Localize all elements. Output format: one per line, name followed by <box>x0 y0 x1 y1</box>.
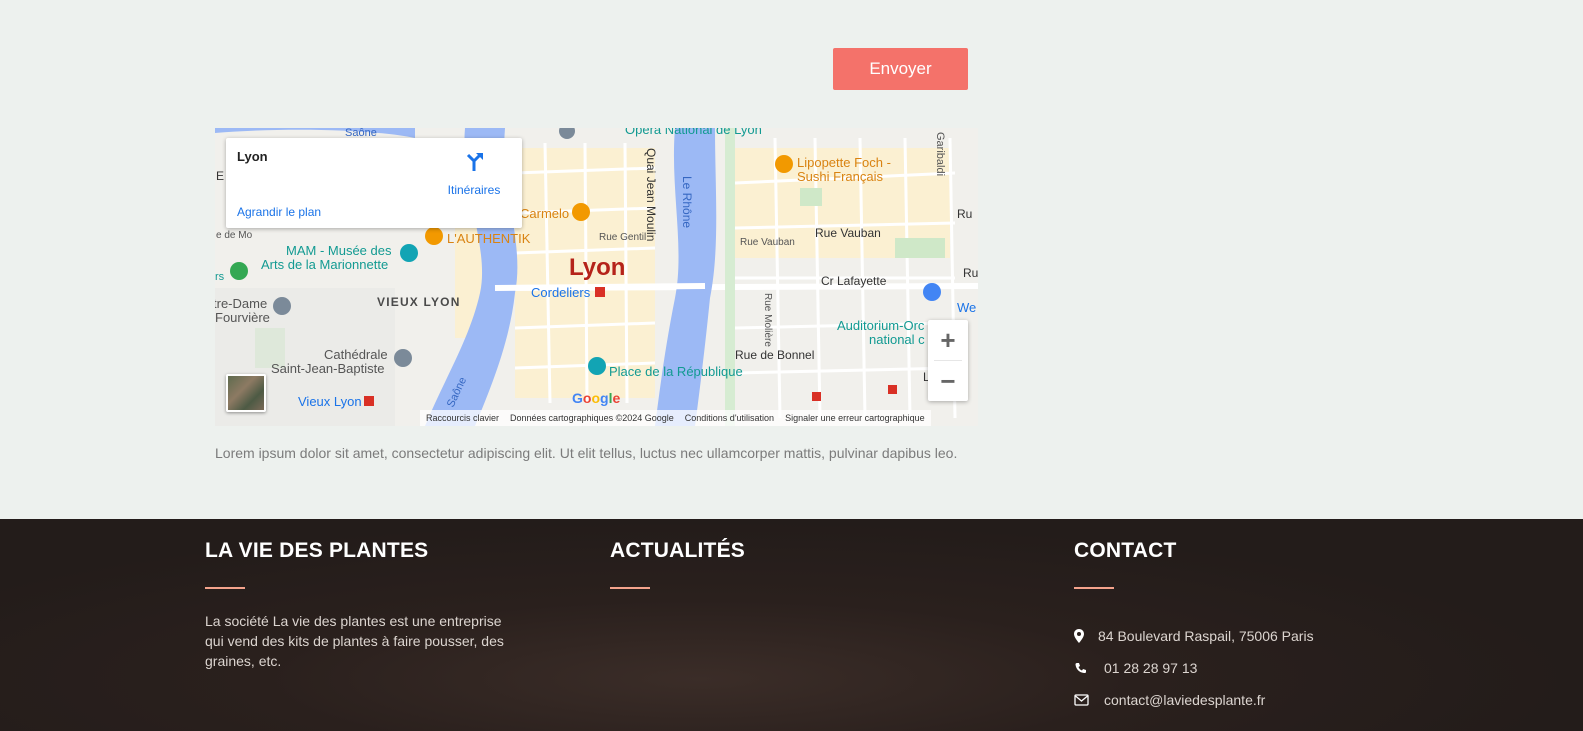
map-label-e-edge: E <box>216 169 224 183</box>
map-label-rue-vauban: Rue Vauban <box>815 226 881 240</box>
map-label-we-edge: We <box>957 300 976 315</box>
heading-underline <box>1074 587 1114 589</box>
google-map[interactable]: Lyon Opéra National de Lyon Lipopette Fo… <box>215 128 978 426</box>
zoom-out-button[interactable]: − <box>928 361 968 401</box>
terms-link[interactable]: Conditions d'utilisation <box>685 413 774 423</box>
map-label-cathedrale: Cathédrale <box>324 347 388 362</box>
church-marker-icon[interactable] <box>273 297 291 315</box>
satellite-toggle-button[interactable] <box>226 374 266 412</box>
footer-about: LA VIE DES PLANTES La société La vie des… <box>205 539 505 671</box>
map-label-lipopette[interactable]: Lipopette Foch - <box>797 155 891 170</box>
map-label-garibaldi: Garibaldi <box>934 132 946 176</box>
map-label-cr-lafayette: Cr Lafayette <box>821 274 887 288</box>
map-pin-icon <box>1074 629 1084 643</box>
metro-marker-icon[interactable] <box>595 287 605 297</box>
heading-underline <box>610 587 650 589</box>
footer-news: ACTUALITÉS <box>610 539 745 589</box>
directions-label: Itinéraires <box>447 183 501 197</box>
directions-icon <box>466 153 483 171</box>
map-label-mam-2: Arts de la Marionnette <box>261 257 388 272</box>
map-label-lipopette-2: Sushi Français <box>797 169 883 184</box>
contact-email[interactable]: contact@laviedesplante.fr <box>1104 692 1265 708</box>
map-label-lyon: Lyon <box>569 254 625 281</box>
map-label-fourviere: Fourvière <box>215 310 270 325</box>
church-marker-icon[interactable] <box>394 349 412 367</box>
send-button[interactable]: Envoyer <box>833 48 968 90</box>
restaurant-marker-icon[interactable] <box>775 155 793 173</box>
map-label-carmelo[interactable]: Carmelo <box>520 206 569 221</box>
footer: LA VIE DES PLANTES La société La vie des… <box>0 519 1583 731</box>
contact-email-row: contact@laviedesplante.fr <box>1074 692 1265 708</box>
restaurant-marker-icon[interactable] <box>425 227 443 245</box>
map-label-auditorium[interactable]: Auditorium-Orc <box>837 318 925 333</box>
footer-about-text: La société La vie des plantes est une en… <box>205 613 504 669</box>
map-label-rue-bonnel: Rue de Bonnel <box>735 348 814 362</box>
map-label-rue-gentil: Rue Gentil <box>599 232 646 243</box>
footer-about-heading: LA VIE DES PLANTES <box>205 539 429 562</box>
map-attribution: Raccourcis clavier Données cartographiqu… <box>420 410 931 426</box>
envelope-icon <box>1074 694 1089 706</box>
tram-marker-icon <box>888 385 897 394</box>
map-label-notre-dame: tre-Dame <box>215 296 267 311</box>
map-label-vieux-lyon-metro[interactable]: Vieux Lyon <box>298 394 362 409</box>
map-label-rue-moliere: Rue Molière <box>762 293 773 347</box>
map-label-ru-edge-2: Ru <box>963 266 978 280</box>
tram-marker-icon <box>812 392 821 401</box>
contact-phone-row: 01 28 28 97 13 <box>1074 660 1197 676</box>
directions-button[interactable]: Itinéraires <box>444 150 504 197</box>
metro-marker-icon[interactable] <box>364 396 374 406</box>
map-label-rhone: Le Rhône <box>680 176 694 228</box>
map-label-ru-edge: Ru <box>957 207 972 221</box>
google-logo: Google <box>572 390 621 406</box>
map-label-authentik[interactable]: L'AUTHENTIK <box>447 231 531 246</box>
map-label-place-republique[interactable]: Place de la République <box>609 364 743 379</box>
map-data-text: Données cartographiques ©2024 Google <box>510 413 674 423</box>
contact-phone[interactable]: 01 28 28 97 13 <box>1104 660 1197 676</box>
map-label-cathedrale-2: Saint-Jean-Baptiste <box>271 361 384 376</box>
map-label-quai: Quai Jean Moulin <box>644 148 658 241</box>
map-label-auditorium-2: national c <box>869 332 925 347</box>
map-label-mam[interactable]: MAM - Musée des <box>286 243 392 258</box>
map-label-vieux-lyon: VIEUX LYON <box>377 295 461 309</box>
phone-icon <box>1075 663 1086 673</box>
map-label-opera[interactable]: Opéra National de Lyon <box>625 128 762 137</box>
map-info-card: Lyon Agrandir le plan Itinéraires <box>226 138 522 228</box>
map-zoom-controls: + − <box>928 320 968 401</box>
zoom-in-button[interactable]: + <box>928 320 968 360</box>
shopping-marker-icon[interactable] <box>923 283 941 301</box>
enlarge-map-link[interactable]: Agrandir le plan <box>237 205 321 219</box>
map-label-rs: rs <box>215 271 225 283</box>
map-label-cordeliers[interactable]: Cordeliers <box>531 285 591 300</box>
contact-address-row: 84 Boulevard Raspail, 75006 Paris <box>1074 628 1314 644</box>
report-error-link[interactable]: Signaler une erreur cartographique <box>785 413 925 423</box>
map-label-de-mo: e de Mo <box>216 230 253 241</box>
museum-marker-icon[interactable] <box>400 244 418 262</box>
footer-news-heading: ACTUALITÉS <box>610 539 745 562</box>
contact-address: 84 Boulevard Raspail, 75006 Paris <box>1098 628 1314 644</box>
camera-marker-icon[interactable] <box>588 357 606 375</box>
footer-contact: CONTACT 84 Boulevard Raspail, 75006 Pari… <box>1074 539 1394 719</box>
intro-text: Lorem ipsum dolor sit amet, consectetur … <box>215 445 958 461</box>
map-info-title: Lyon <box>237 149 268 164</box>
keyboard-shortcuts-link[interactable]: Raccourcis clavier <box>426 413 499 423</box>
footer-contact-heading: CONTACT <box>1074 539 1177 562</box>
park-marker-icon[interactable] <box>230 262 248 280</box>
map-label-rue-vauban-small: Rue Vauban <box>740 237 795 248</box>
heading-underline <box>205 587 245 589</box>
restaurant-marker-icon[interactable] <box>572 203 590 221</box>
